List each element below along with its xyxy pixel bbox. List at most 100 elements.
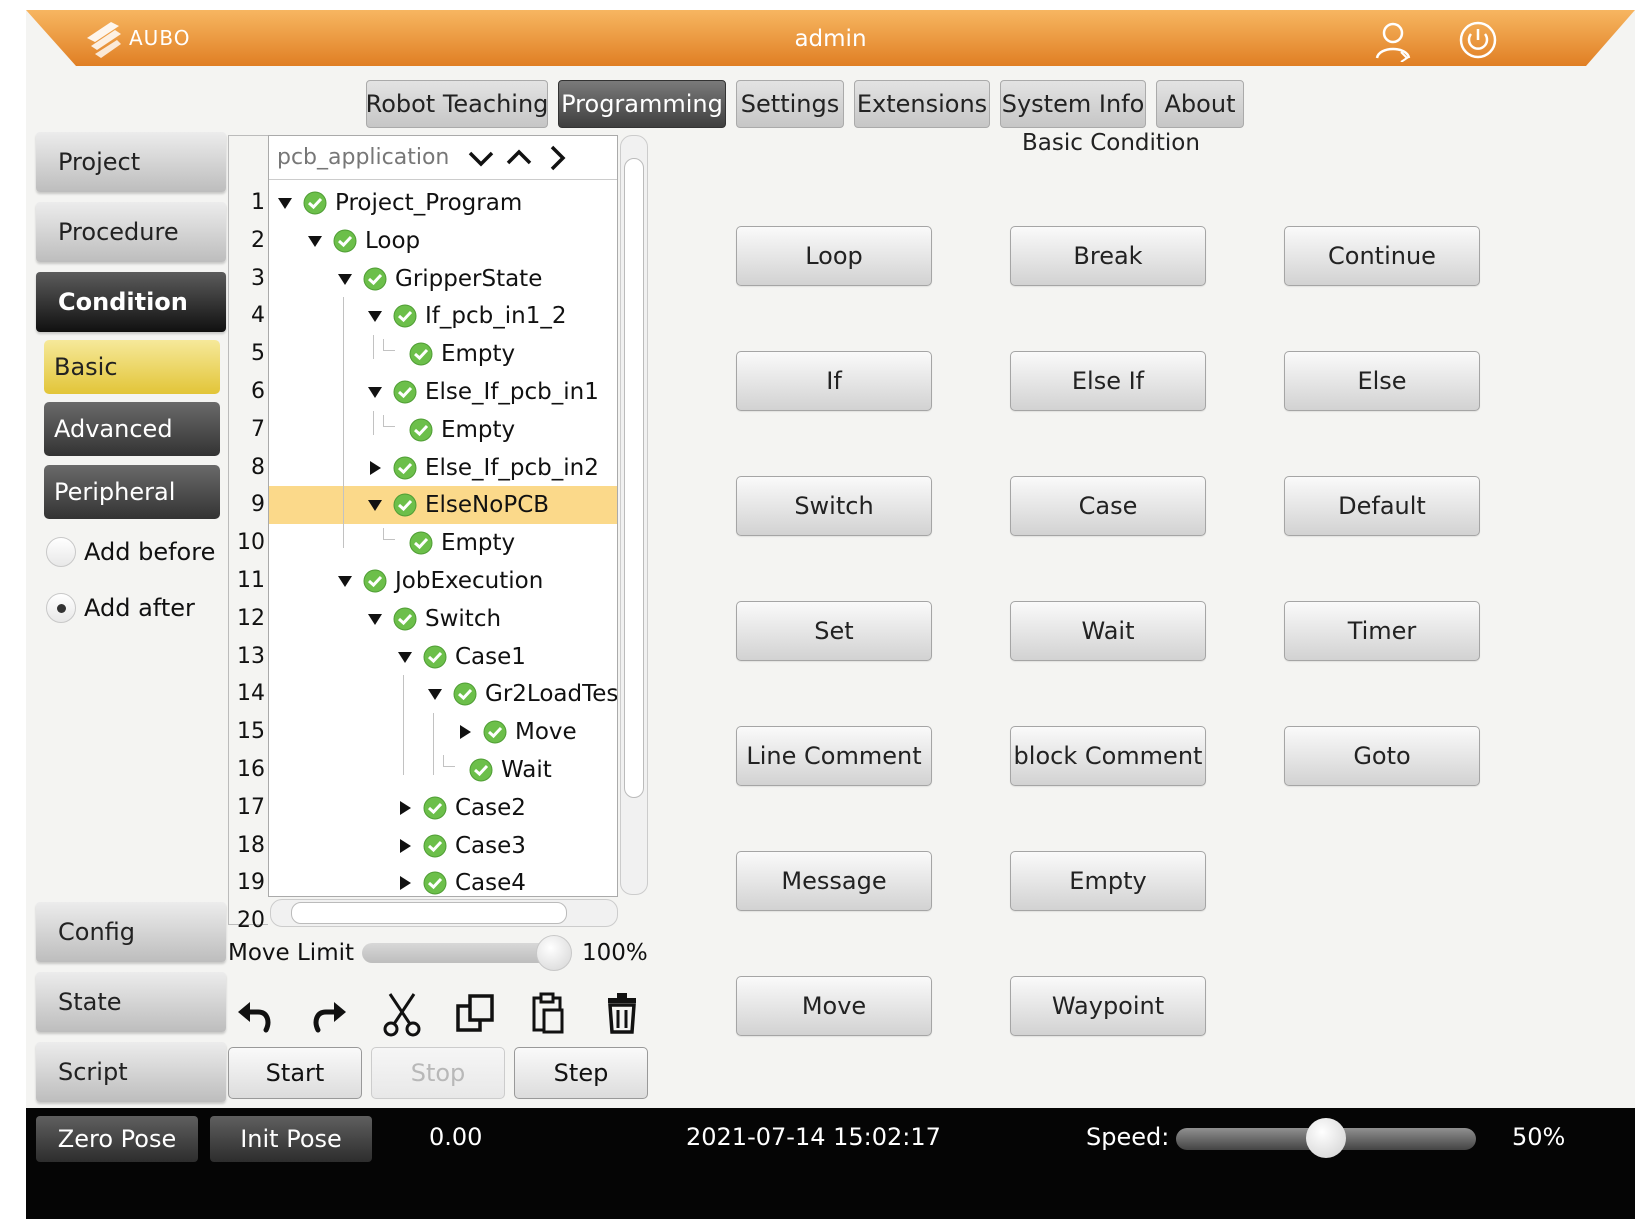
expand-arrow-right-icon[interactable] [397,800,413,816]
delete-icon[interactable] [596,988,648,1040]
tree-node[interactable]: Project_Program [277,184,522,222]
tree-node[interactable]: Switch [367,600,501,638]
subnav-basic[interactable]: Basic [44,340,220,394]
break-button[interactable]: Break [1010,226,1206,286]
scroll-thumb[interactable] [624,158,644,798]
expand-arrow-down-icon[interactable] [277,195,293,211]
timer-button[interactable]: Timer [1284,601,1480,661]
line-comment-button[interactable]: Line Comment [736,726,932,786]
expand-arrow-down-icon[interactable] [307,233,323,249]
expand-arrow-right-icon[interactable] [397,838,413,854]
move-limit-slider[interactable] [362,935,573,971]
tab-about[interactable]: About [1156,80,1244,128]
sidebar-procedure[interactable]: Procedure [36,202,226,262]
power-icon[interactable] [1456,18,1500,62]
expand-arrow-right-icon[interactable] [367,460,383,476]
stop-button[interactable]: Stop [371,1047,505,1099]
expand-arrow-down-icon[interactable] [367,308,383,324]
if-button[interactable]: If [736,351,932,411]
slider-handle[interactable] [1306,1118,1346,1158]
status-check-icon [393,607,417,631]
expand-arrow-down-icon[interactable] [337,271,353,287]
message-button[interactable]: Message [736,851,932,911]
scroll-thumb[interactable] [291,902,567,924]
expand-arrow-down-icon[interactable] [337,573,353,589]
block-comment-button[interactable]: block Comment [1010,726,1206,786]
chevron-down-icon[interactable] [465,142,497,174]
expand-arrow-right-icon[interactable] [397,875,413,891]
tree-node[interactable]: Case3 [397,827,526,865]
sidebar-condition[interactable]: Condition [36,272,226,332]
chevron-right-icon[interactable] [541,142,573,174]
slider-handle[interactable] [536,935,573,971]
tree-vertical-scrollbar[interactable] [620,135,648,895]
set-button[interactable]: Set [736,601,932,661]
cut-icon[interactable] [376,988,428,1040]
radio-circle-checked[interactable] [46,593,76,623]
zero-pose-button[interactable]: Zero Pose [36,1116,198,1162]
default-button[interactable]: Default [1284,476,1480,536]
tree-node[interactable]: Case4 [397,864,526,896]
program-tree[interactable]: pcb_application Project_Program Loop Gripp… [268,135,618,897]
empty-button[interactable]: Empty [1010,851,1206,911]
sidebar-project[interactable]: Project [36,132,226,192]
continue-button[interactable]: Continue [1284,226,1480,286]
tab-robot-teaching[interactable]: Robot Teaching [366,80,548,128]
expand-arrow-down-icon[interactable] [367,497,383,513]
tree-node[interactable]: Empty [383,524,515,562]
copy-icon[interactable] [450,988,502,1040]
tree-horizontal-scrollbar[interactable] [270,899,618,927]
tree-header: pcb_application [269,136,617,180]
waypoint-button[interactable]: Waypoint [1010,976,1206,1036]
tree-node[interactable]: Case1 [397,638,526,676]
tree-node[interactable]: Else_If_pcb_in2 [367,449,599,487]
sidebar-config[interactable]: Config [36,902,226,962]
tree-node[interactable]: If_pcb_in1_2 [367,297,566,335]
tree-node[interactable]: Gr2LoadTes [427,675,617,713]
tree-node[interactable]: Loop [307,222,420,260]
tab-settings[interactable]: Settings [736,80,844,128]
start-button[interactable]: Start [228,1047,362,1099]
user-icon[interactable] [1371,18,1415,63]
else-if-button[interactable]: Else If [1010,351,1206,411]
wait-button[interactable]: Wait [1010,601,1206,661]
tree-node[interactable]: ElseNoPCB [367,486,549,524]
subnav-advanced[interactable]: Advanced [44,402,220,456]
tab-extensions[interactable]: Extensions [854,80,990,128]
tree-node[interactable]: Empty [383,335,515,373]
expand-arrow-down-icon[interactable] [427,686,443,702]
step-button[interactable]: Step [514,1047,648,1099]
move-button[interactable]: Move [736,976,932,1036]
loop-button[interactable]: Loop [736,226,932,286]
tree-node[interactable]: JobExecution [337,562,543,600]
tree-node[interactable]: Else_If_pcb_in1 [367,373,599,411]
expand-arrow-down-icon[interactable] [367,611,383,627]
tree-guide-line [433,713,434,775]
expand-arrow-down-icon[interactable] [367,384,383,400]
speed-slider[interactable] [1176,1118,1476,1158]
undo-icon[interactable] [230,988,282,1040]
paste-icon[interactable] [522,988,574,1040]
case-button[interactable]: Case [1010,476,1206,536]
tree-node[interactable]: Empty [383,411,515,449]
goto-button[interactable]: Goto [1284,726,1480,786]
init-pose-button[interactable]: Init Pose [210,1116,372,1162]
redo-icon[interactable] [302,988,354,1040]
subnav-peripheral[interactable]: Peripheral [44,465,220,519]
tree-node[interactable]: Wait [443,751,552,789]
expand-arrow-down-icon[interactable] [397,649,413,665]
chevron-up-icon[interactable] [503,142,535,174]
sidebar-script[interactable]: Script [36,1042,226,1102]
tree-node[interactable]: GripperState [337,260,542,298]
add-before-radio[interactable]: Add before [46,534,215,570]
tree-node[interactable]: Case2 [397,789,526,827]
tab-programming[interactable]: Programming [558,80,726,128]
radio-circle[interactable] [46,537,76,567]
switch-button[interactable]: Switch [736,476,932,536]
tree-node[interactable]: Move [457,713,577,751]
sidebar-state[interactable]: State [36,972,226,1032]
tab-system-info[interactable]: System Info [1000,80,1146,128]
add-after-radio[interactable]: Add after [46,590,195,626]
expand-arrow-right-icon[interactable] [457,724,473,740]
else-button[interactable]: Else [1284,351,1480,411]
